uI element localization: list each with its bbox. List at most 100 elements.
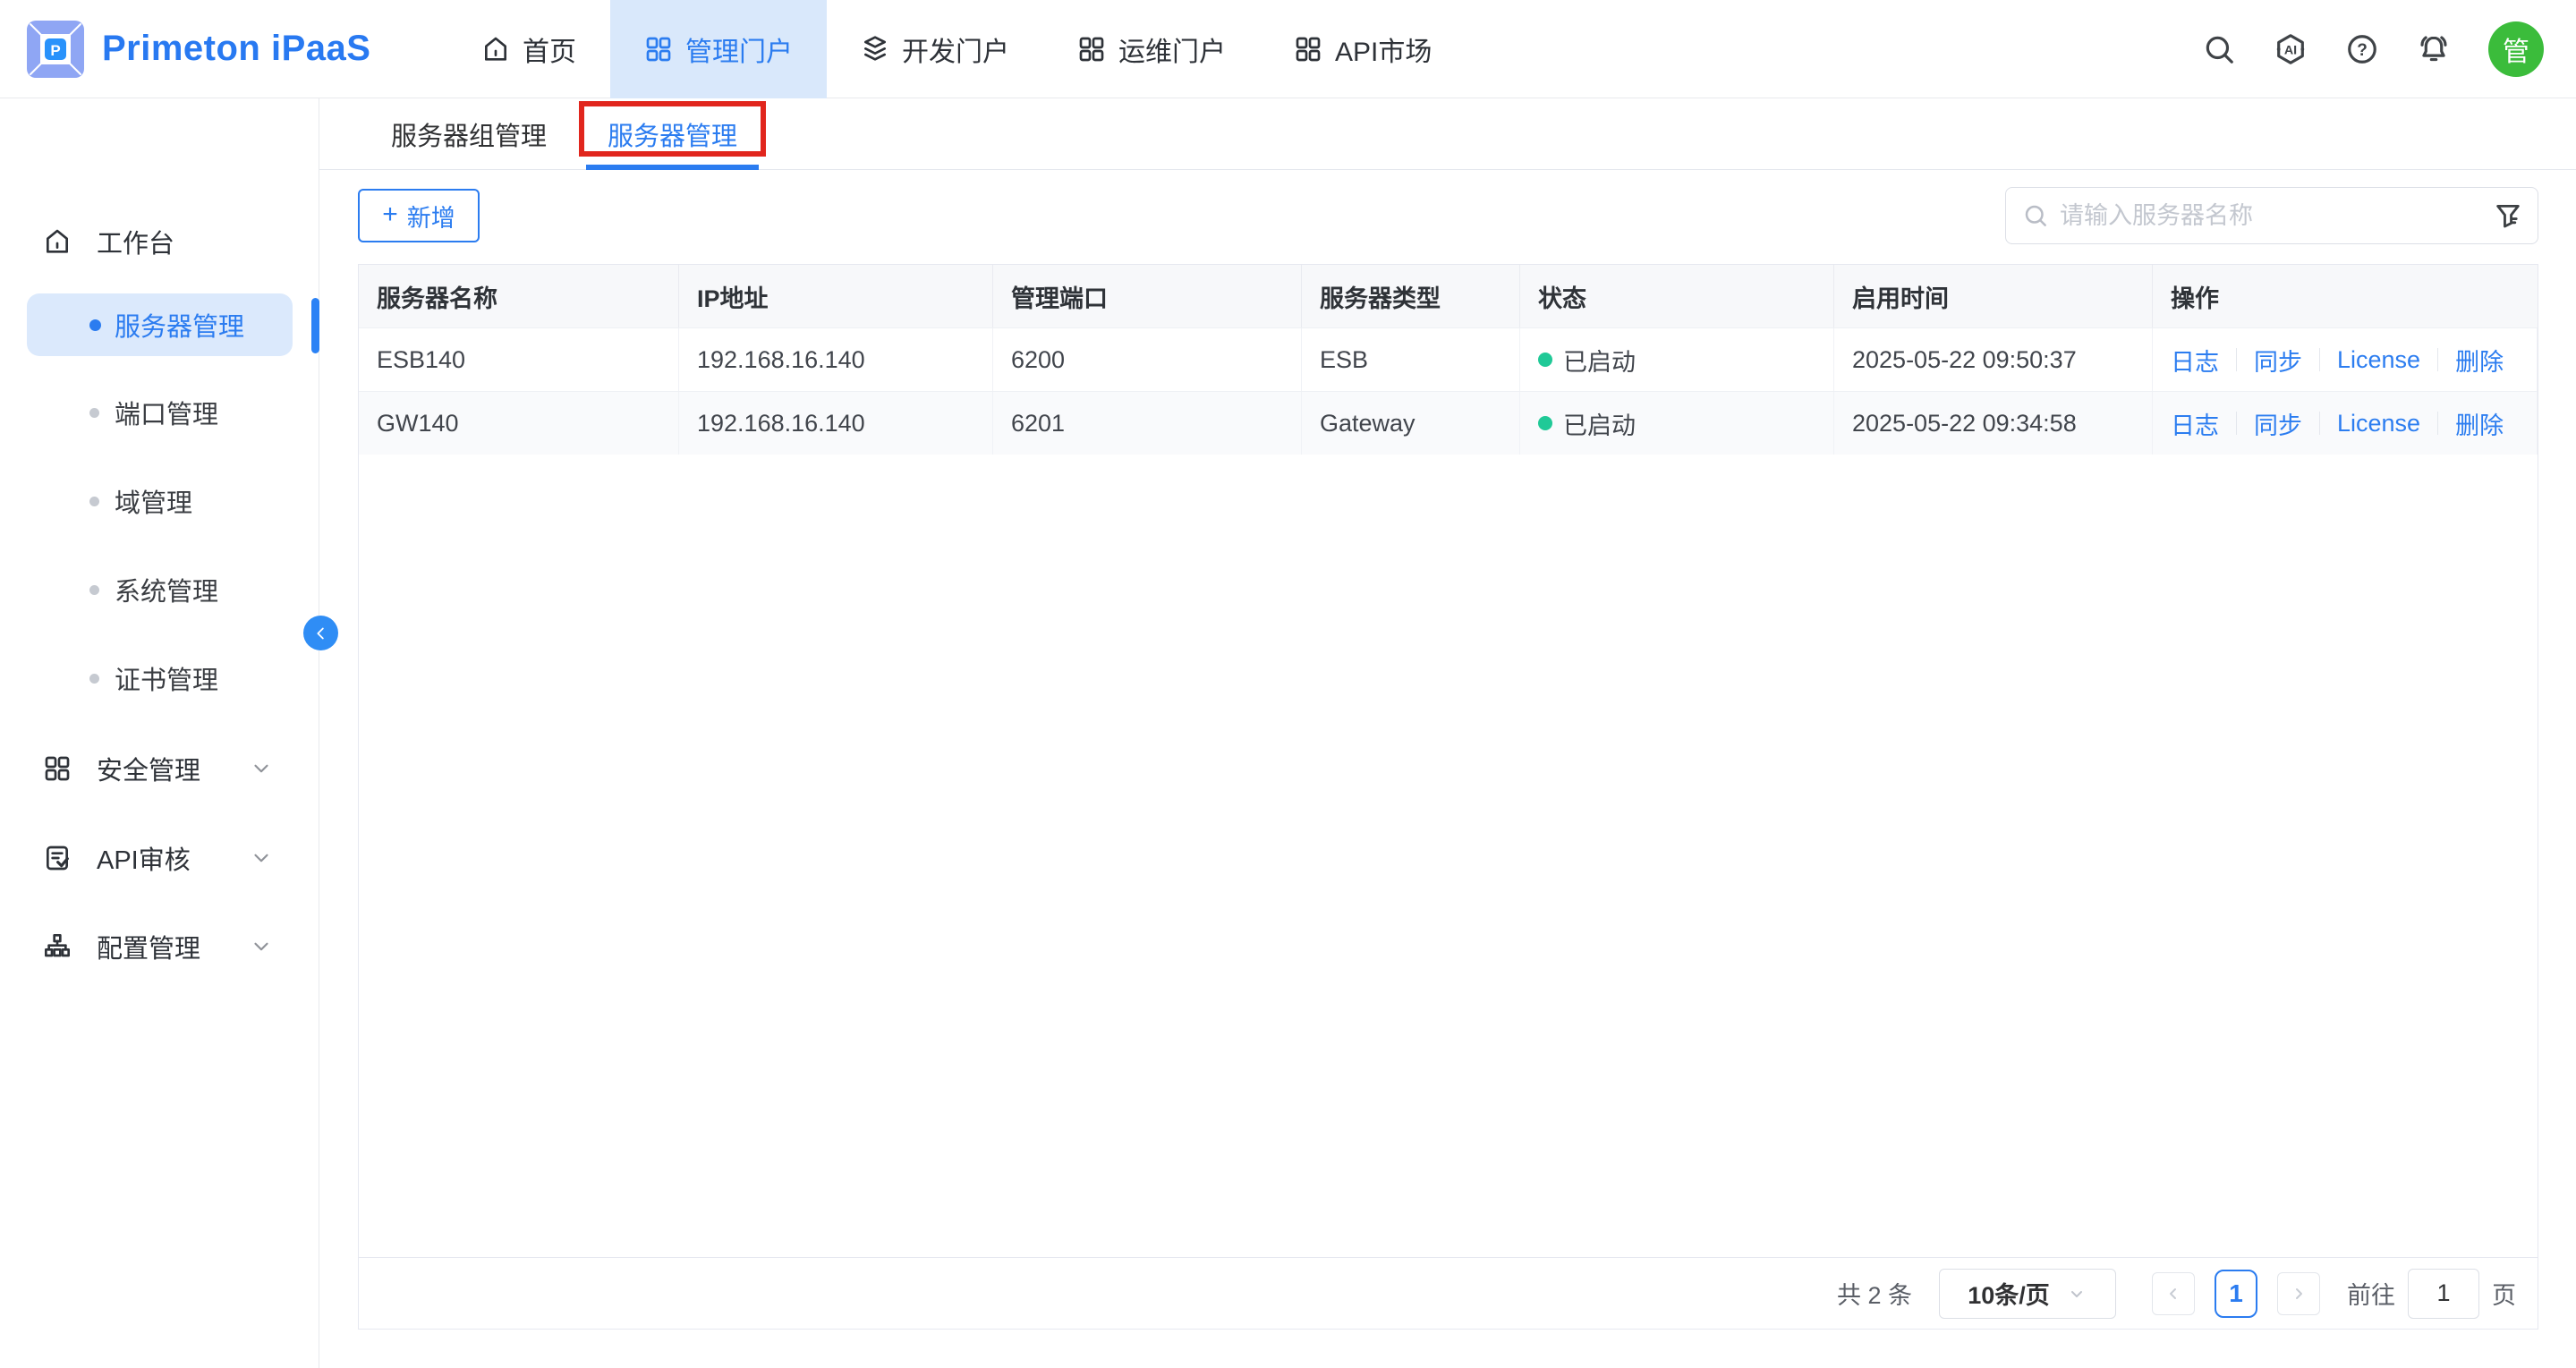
log-link[interactable]: 日志	[2171, 343, 2219, 378]
delete-link[interactable]: 删除	[2455, 406, 2504, 441]
tab-label: 服务器管理	[608, 115, 737, 153]
column-header: IP地址	[679, 265, 993, 327]
filter-funnel-icon[interactable]	[2493, 200, 2523, 231]
server-search-input[interactable]	[2060, 202, 2493, 230]
brand[interactable]: P Primeton iPaaS	[0, 21, 370, 78]
delete-link[interactable]: 删除	[2455, 343, 2504, 378]
column-header: 状态	[1520, 265, 1834, 327]
tab-server-management[interactable]: 服务器管理	[586, 98, 759, 169]
sidebar-item-api-audit[interactable]: API审核	[0, 813, 319, 903]
table-row: ESB140 192.168.16.140 6200 ESB 已启动 2025-…	[359, 327, 2538, 391]
sidebar-item-workbench[interactable]: 工作台	[0, 197, 319, 286]
goto-label: 前往	[2347, 1276, 2395, 1311]
home-icon	[481, 35, 510, 64]
nav-item-api-market[interactable]: API市场	[1260, 0, 1466, 98]
cell-port: 6201	[993, 392, 1302, 455]
sync-link[interactable]: 同步	[2254, 343, 2302, 378]
search-icon[interactable]	[2202, 32, 2236, 66]
page-unit-label: 页	[2492, 1276, 2516, 1311]
nav-label: API市场	[1335, 30, 1432, 69]
cell-type: ESB	[1302, 328, 1520, 391]
nav-item-ops-portal[interactable]: 运维门户	[1043, 0, 1260, 98]
layers-icon	[861, 35, 889, 64]
status-dot-icon	[1538, 416, 1552, 430]
add-button[interactable]: + 新增	[358, 189, 480, 242]
column-header: 启用时间	[1834, 265, 2153, 327]
log-link[interactable]: 日志	[2171, 406, 2219, 441]
sidebar-item-certificate-management[interactable]: 证书管理	[0, 642, 319, 714]
bullet-dot-icon	[89, 585, 99, 595]
toolbar: + 新增	[358, 187, 2538, 244]
sidebar-item-label: 配置管理	[97, 928, 200, 965]
sidebar-item-label: 工作台	[97, 223, 174, 260]
sidebar-item-system-management[interactable]: 系统管理	[0, 554, 319, 625]
sidebar-subitem-label: 系统管理	[115, 571, 218, 608]
grid-icon	[43, 754, 72, 783]
sidebar-item-server-management[interactable]: 服务器管理	[27, 293, 293, 356]
divider	[2319, 412, 2320, 435]
table-header-row: 服务器名称 IP地址 管理端口 服务器类型 状态 启用时间 操作	[359, 265, 2538, 327]
chevron-down-icon	[250, 846, 273, 870]
divider	[2236, 348, 2237, 371]
status-dot-icon	[1538, 353, 1552, 367]
divider	[2319, 348, 2320, 371]
license-link[interactable]: License	[2337, 346, 2420, 374]
grid-icon	[1294, 35, 1322, 64]
next-page-button[interactable]	[2277, 1272, 2320, 1315]
user-avatar[interactable]: 管	[2488, 21, 2544, 77]
main-content: 服务器组管理 服务器管理 + 新增 服务器名称 IP地址 管理端口 服务器类型	[319, 98, 2576, 1368]
nav-item-admin-portal[interactable]: 管理门户	[610, 0, 827, 98]
cell-start-time: 2025-05-22 09:34:58	[1834, 392, 2153, 455]
sidebar-item-security[interactable]: 安全管理	[0, 724, 319, 813]
column-header: 服务器类型	[1302, 265, 1520, 327]
cell-type: Gateway	[1302, 392, 1520, 455]
cell-ip: 192.168.16.140	[679, 328, 993, 391]
nav-label: 首页	[523, 30, 576, 69]
sidebar-subitem-label: 证书管理	[115, 659, 218, 697]
chevron-down-icon	[250, 757, 273, 780]
sync-link[interactable]: 同步	[2254, 406, 2302, 441]
svg-text:P: P	[50, 42, 60, 59]
bullet-dot-icon	[89, 408, 99, 418]
bullet-dot-icon	[89, 319, 101, 331]
nav-label: 管理门户	[685, 30, 793, 69]
app-logo-icon: P	[27, 21, 84, 78]
license-link[interactable]: License	[2337, 410, 2420, 438]
tab-bar: 服务器组管理 服务器管理	[319, 98, 2576, 170]
sidebar-item-label: API审核	[97, 839, 191, 877]
tab-server-group-management[interactable]: 服务器组管理	[370, 98, 568, 169]
nav-label: 开发门户	[902, 30, 1009, 69]
page-size-select[interactable]: 10条/页	[1939, 1269, 2116, 1319]
goto-page-input[interactable]	[2408, 1269, 2479, 1319]
sidebar-collapse-button[interactable]	[303, 616, 338, 650]
chevron-down-icon	[2066, 1283, 2087, 1304]
pagination-bar: 共 2 条 10条/页 1 前往 页	[359, 1257, 2538, 1329]
table-row: GW140 192.168.16.140 6201 Gateway 已启动 20…	[359, 391, 2538, 455]
chevron-left-icon	[311, 624, 331, 643]
status-text: 已启动	[1563, 406, 1636, 441]
ai-assistant-icon[interactable]: AI	[2274, 32, 2308, 66]
prev-page-button[interactable]	[2152, 1272, 2195, 1315]
plus-icon: +	[382, 201, 398, 228]
sidebar-subitem-label: 服务器管理	[115, 306, 244, 344]
nav-item-home[interactable]: 首页	[447, 0, 610, 98]
sidebar-item-domain-management[interactable]: 域管理	[0, 465, 319, 537]
status-text: 已启动	[1563, 343, 1636, 378]
bullet-dot-icon	[89, 497, 99, 506]
add-button-label: 新增	[407, 199, 455, 234]
column-header: 管理端口	[993, 265, 1302, 327]
sidebar-item-config-management[interactable]: 配置管理	[0, 902, 319, 991]
chevron-down-icon	[250, 935, 273, 958]
page-size-value: 10条/页	[1968, 1276, 2050, 1311]
sidebar-item-port-management[interactable]: 端口管理	[0, 377, 319, 448]
nav-item-dev-portal[interactable]: 开发门户	[827, 0, 1043, 98]
page-number-button[interactable]: 1	[2215, 1270, 2257, 1318]
divider	[2437, 412, 2438, 435]
tab-label: 服务器组管理	[391, 115, 547, 153]
help-icon[interactable]: ?	[2345, 32, 2379, 66]
sidebar-subitem-label: 端口管理	[115, 394, 218, 431]
sidebar-subitem-label: 域管理	[115, 482, 192, 520]
column-header: 操作	[2153, 265, 2538, 327]
notification-bell-icon[interactable]	[2417, 32, 2451, 66]
svg-text:?: ?	[2357, 41, 2368, 60]
